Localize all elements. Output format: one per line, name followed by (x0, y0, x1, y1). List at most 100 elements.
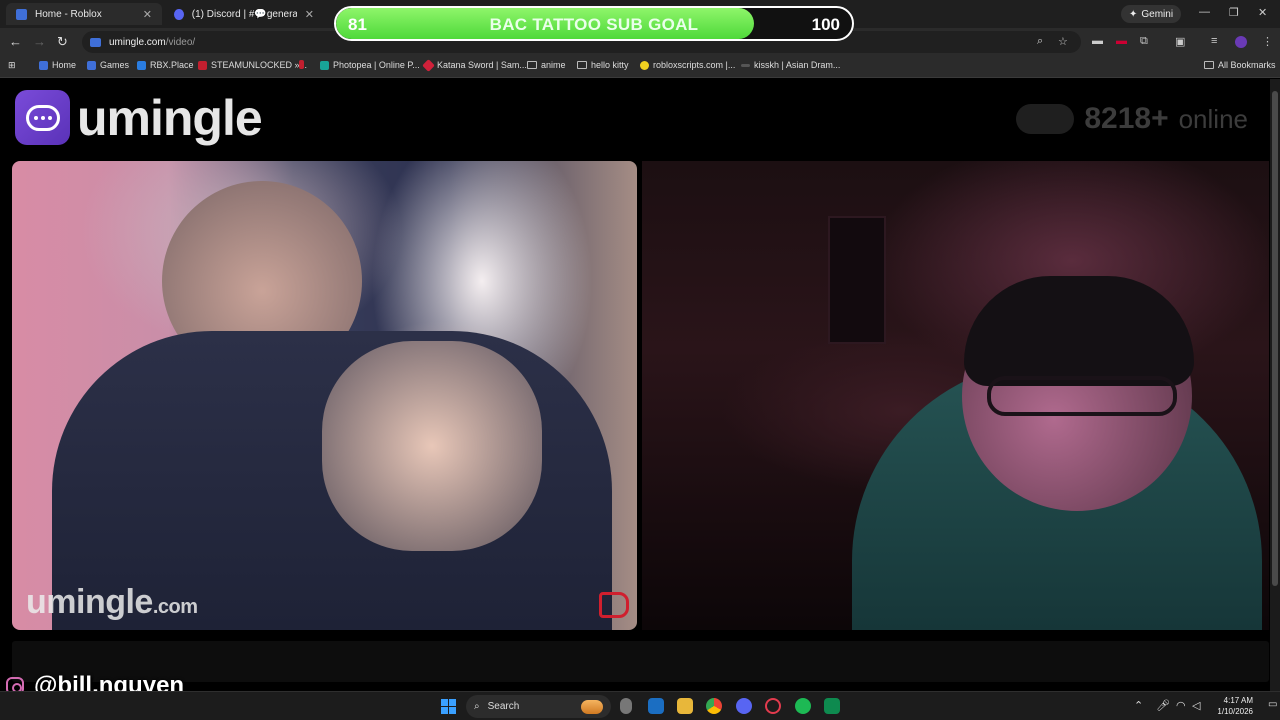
bookmark-item[interactable]: Games (87, 60, 129, 70)
notification-icon[interactable]: ▭ (1268, 699, 1277, 710)
bookmark-item[interactable] (299, 60, 304, 69)
spotify-icon[interactable] (795, 698, 811, 714)
tab-roblox-home[interactable]: Home - Roblox ✕ (6, 3, 162, 25)
back-arrow-icon[interactable]: ← (9, 34, 22, 49)
menu-kebab-icon[interactable]: ⋮ (1262, 35, 1273, 48)
bookmark-item[interactable]: Photopea | Online P... (320, 60, 420, 70)
bookmark-label: Games (100, 60, 130, 70)
search-placeholder: Search (487, 701, 520, 712)
bookmark-label: robloxscripts.com |... (653, 60, 736, 70)
reload-icon[interactable]: ↻ (57, 34, 68, 50)
side-panel-icon[interactable]: ▣ (1175, 35, 1185, 48)
close-tab-icon[interactable]: ✕ (305, 8, 314, 21)
taskbar-clock[interactable]: 4:17 AM 1/10/2026 (1207, 695, 1253, 717)
clock-time: 4:17 AM (1223, 696, 1253, 705)
mouse-app-icon[interactable] (620, 698, 632, 714)
gemini-label: Gemini (1141, 8, 1174, 20)
extension-red-icon[interactable]: ▬ (1116, 35, 1127, 47)
steamunlocked-icon (198, 60, 207, 70)
apps-grid-icon[interactable]: ⊞ (8, 60, 16, 71)
forward-arrow-icon[interactable]: → (33, 34, 46, 49)
bookmark-item[interactable]: kisskh | Asian Dram... (741, 60, 840, 70)
sub-goal-overlay: 81 BAC TATTOO SUB GOAL 100 (334, 6, 854, 41)
microphone-icon[interactable]: 🎤︎ (1156, 699, 1170, 712)
video-content (987, 376, 1177, 416)
roblox-icon (39, 60, 48, 70)
bookmark-item[interactable]: STEAMUNLOCKED »... (198, 60, 307, 70)
bookmark-label: Home (52, 60, 77, 70)
clock-date: 1/10/2026 (1217, 707, 1253, 716)
roblox-favicon-icon (16, 8, 27, 20)
extensions-puzzle-icon[interactable]: ⧉ (1140, 35, 1148, 48)
address-domain: umingle.com (109, 36, 166, 48)
online-count: 8218+ (1084, 102, 1169, 135)
tab-title: Home - Roblox (35, 8, 102, 20)
bookmark-folder-anime[interactable]: anime (527, 60, 566, 70)
discord-favicon-icon (174, 8, 184, 20)
bookmark-folder-hello-kitty[interactable]: hello kitty (577, 60, 629, 70)
search-icon: ⌕ (474, 701, 480, 712)
address-path: /video/ (165, 36, 196, 48)
wifi-icon[interactable]: ◠ (1176, 699, 1186, 712)
video-content (828, 216, 886, 344)
folder-icon (577, 61, 587, 69)
bookmarks-bar: ⊞ Home Games RBX.Place STEAMUNLOCKED »..… (0, 56, 1280, 78)
tab-discord[interactable]: (1) Discord | #💬general | Bill A ✕ (164, 3, 324, 25)
media-icon[interactable]: ≡ (1211, 35, 1217, 47)
windows-taskbar: ⌕ Search ⌃ 🎤︎ ◠ ◁ 4:17 AM 1/10/2026 ▭ (0, 691, 1280, 720)
bookmark-label: RBX.Place (150, 60, 194, 70)
restore-icon[interactable]: ❐ (1229, 6, 1239, 19)
roblox-icon (87, 60, 96, 70)
bookmark-label: kisskh | Asian Dram... (754, 60, 841, 70)
minimize-icon[interactable]: — (1199, 6, 1210, 18)
discord-taskbar-icon[interactable] (736, 698, 752, 714)
umingle-watermark: umingle.com (26, 583, 198, 621)
zoom-icon[interactable]: ⌕ (1037, 35, 1043, 48)
all-bookmarks-folder[interactable]: All Bookmarks (1204, 60, 1276, 70)
bookmark-item[interactable]: robloxscripts.com |... (640, 60, 735, 70)
report-flag-icon[interactable] (599, 592, 629, 618)
katana-icon (422, 58, 435, 72)
page-scrollbar[interactable] (1270, 79, 1280, 691)
app-icon[interactable] (824, 698, 840, 714)
file-explorer-icon[interactable] (677, 698, 693, 714)
scrollbar-thumb[interactable] (1272, 91, 1278, 586)
goal-max: 100 (811, 15, 840, 34)
video-content (964, 276, 1194, 386)
gemini-button[interactable]: ✦ Gemini (1121, 5, 1182, 23)
umingle-page: umingle 8218+ online umingle.com (0, 79, 1270, 682)
online-toggle[interactable] (1016, 104, 1075, 134)
close-tab-icon[interactable]: ✕ (143, 8, 152, 21)
bookmark-label: Photopea | Online P... (333, 60, 420, 70)
chrome-icon[interactable] (706, 698, 722, 714)
profile-avatar[interactable] (1235, 36, 1247, 48)
chat-bubble-icon (25, 104, 60, 131)
close-window-icon[interactable]: ✕ (1258, 6, 1267, 19)
bookmark-label: Katana Sword | Sam... (437, 60, 527, 70)
bookmark-item[interactable]: Katana Sword | Sam... (422, 58, 527, 72)
bookmark-item[interactable]: RBX.Place (137, 60, 194, 70)
extension-icon[interactable]: ▬ (1092, 35, 1103, 47)
bookmark-label: All Bookmarks (1218, 60, 1276, 70)
bookmark-star-icon[interactable]: ☆ (1058, 35, 1068, 48)
windows-start-icon[interactable] (441, 699, 456, 714)
volume-icon[interactable]: ◁ (1192, 699, 1200, 712)
sparkle-icon: ✦ (1129, 8, 1138, 20)
taskbar-search[interactable]: ⌕ Search (466, 695, 611, 718)
video-content (322, 341, 542, 551)
stranger-video: umingle.com (12, 161, 637, 630)
chat-bar[interactable] (12, 641, 1269, 682)
robloxscripts-icon (640, 60, 649, 70)
bookmark-label: anime (541, 60, 566, 70)
umingle-logo-icon[interactable] (15, 90, 70, 145)
tray-chevron-icon[interactable]: ⌃ (1134, 699, 1143, 712)
opera-icon[interactable] (765, 698, 781, 714)
search-highlight-icon (581, 699, 603, 714)
site-logo-text[interactable]: umingle (77, 89, 263, 147)
store-app-icon[interactable] (648, 698, 664, 714)
site-info-icon[interactable] (90, 37, 101, 47)
folder-icon (1204, 61, 1214, 69)
bookmark-item[interactable]: Home (39, 60, 76, 70)
bookmark-label: hello kitty (591, 60, 629, 70)
goal-label: BAC TATTOO SUB GOAL (489, 15, 699, 34)
